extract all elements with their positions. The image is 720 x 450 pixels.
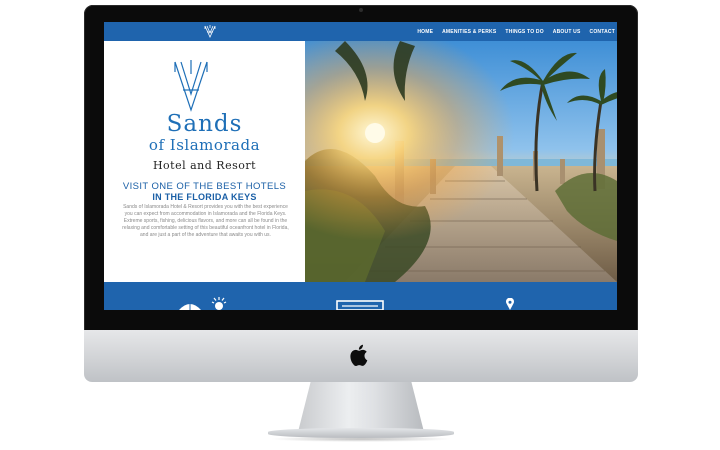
monitor-base	[268, 428, 454, 438]
nav-about-us-link[interactable]: ABOUT US	[553, 29, 581, 35]
top-navigation-bar: HOME AMENITIES & PERKS THINGS TO DO ABOU…	[104, 22, 617, 41]
webcam	[359, 8, 363, 12]
location-pin-icon	[506, 298, 514, 310]
sands-logo-icon[interactable]	[204, 25, 216, 38]
brand-name-islamorada: of Islamorada	[148, 136, 261, 154]
hero-subheadline: IN THE FLORIDA KEYS	[152, 192, 257, 202]
brand-tagline: Hotel and Resort	[152, 159, 257, 172]
nav-menu: HOME AMENITIES & PERKS THINGS TO DO ABOU…	[417, 22, 617, 41]
website-screen: HOME AMENITIES & PERKS THINGS TO DO ABOU…	[104, 22, 617, 310]
brand-name-sands: Sands	[166, 111, 243, 137]
sands-emblem-logo	[174, 60, 208, 112]
hero-headline: VISIT ONE OF THE BEST HOTELS	[122, 181, 287, 192]
beach-boardwalk-photo	[305, 41, 617, 282]
sun-icon	[211, 297, 227, 310]
nav-home-link[interactable]: HOME	[417, 29, 433, 35]
beach-umbrella-icon	[179, 303, 201, 310]
nav-amenities-link[interactable]: AMENITIES & PERKS	[442, 29, 496, 35]
features-band	[104, 282, 617, 310]
hero-text-panel: Sands of Islamorada Hotel and Resort VIS…	[104, 41, 305, 282]
bed-icon	[336, 300, 384, 310]
monitor-stand	[298, 382, 424, 432]
imac-mockup: HOME AMENITIES & PERKS THINGS TO DO ABOU…	[0, 0, 720, 450]
nav-things-to-do-link[interactable]: THINGS TO DO	[505, 29, 543, 35]
hero-body-text: Sands of Islamorada Hotel & Resort provi…	[122, 204, 289, 238]
apple-logo-icon	[350, 344, 368, 367]
nav-contact-link[interactable]: CONTACT	[590, 29, 615, 35]
